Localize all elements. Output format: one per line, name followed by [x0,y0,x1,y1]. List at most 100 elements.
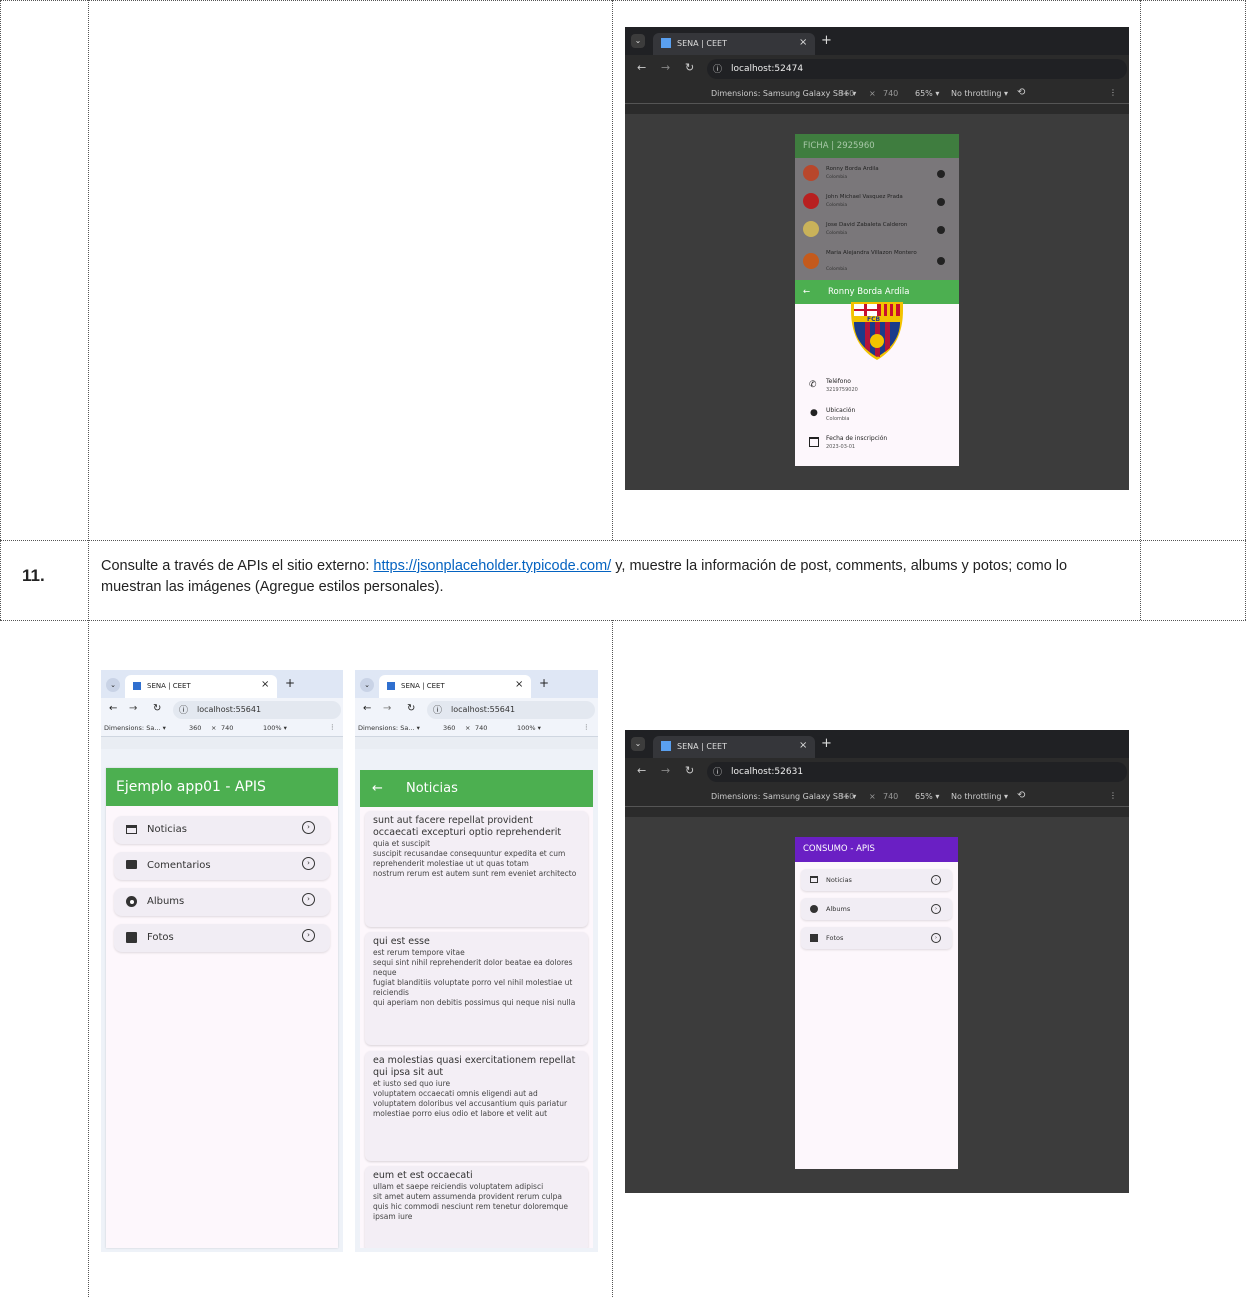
reload-icon[interactable]: ↻ [685,764,694,777]
close-tab-icon[interactable]: × [261,679,269,690]
more-options-icon[interactable]: ⋮ [1109,791,1117,800]
arrow-circle-icon[interactable] [937,226,945,234]
menu-item-fotos[interactable]: Fotos › [114,924,330,952]
person-list-item[interactable]: Maria Alejandra Villazon Montero Colombi… [795,246,959,278]
throttle-select[interactable]: No throttling ▾ [951,89,1008,98]
close-tab-icon[interactable]: × [799,740,807,751]
devtools-toolbar: Dimensions: Samsung Galaxy S8+ ▾ 360 × 7… [625,786,1129,806]
back-icon[interactable]: ← [637,61,646,74]
back-icon[interactable]: ← [109,703,117,714]
jsonplaceholder-link[interactable]: https://jsonplaceholder.typicode.com/ [373,558,611,574]
forward-icon[interactable]: → [383,703,391,714]
site-info-icon[interactable]: ⓘ [179,703,188,716]
device-height[interactable]: 740 [883,89,898,98]
browser-tab[interactable]: SENA | CEET × [379,675,531,698]
menu-item-label: Noticias [147,824,187,835]
person-list-item[interactable]: John Michael Vasquez Prada Colombia [795,190,959,216]
phone-viewport: FICHA | 2925960 Ronny Borda Ardila Colom… [795,134,959,466]
more-options-icon[interactable]: ⋮ [329,723,336,731]
more-options-icon[interactable]: ⋮ [1109,88,1117,97]
arrow-circle-icon[interactable] [937,257,945,265]
rotate-icon[interactable]: ⟲ [1017,790,1025,801]
arrow-circle-icon[interactable]: › [302,857,315,870]
menu-item-noticias[interactable]: Noticias › [114,816,330,844]
arrow-circle-icon[interactable]: › [931,904,941,914]
tab-list-icon[interactable]: ⌄ [106,678,120,692]
zoom-select[interactable]: 100% ▾ [517,724,541,732]
close-tab-icon[interactable]: × [515,679,523,690]
device-select[interactable]: Dimensions: Samsung Galaxy S8+ ▾ [711,792,856,801]
throttle-select[interactable]: No throttling ▾ [951,792,1008,801]
rotate-icon[interactable]: ⟲ [1017,87,1025,98]
reload-icon[interactable]: ↻ [407,703,415,714]
post-card[interactable]: ea molestias quasi exercitationem repell… [365,1051,588,1161]
url-field[interactable]: ⓘ localhost:55641 [427,701,595,719]
crest-letters: FCB [867,316,881,323]
url-field[interactable]: ⓘ localhost:55641 [173,701,341,719]
tab-list-icon[interactable]: ⌄ [631,34,645,48]
site-info-icon[interactable]: ⓘ [713,62,722,75]
field-label: Teléfono [826,378,851,385]
arrow-circle-icon[interactable]: › [302,893,315,906]
device-width[interactable]: 360 [443,724,455,732]
device-height[interactable]: 740 [883,792,898,801]
close-tab-icon[interactable]: × [799,37,807,48]
device-select[interactable]: Dimensions: Sa... ▾ [358,724,420,732]
device-width[interactable]: 360 [839,792,854,801]
menu-item-comentarios[interactable]: Comentarios › [114,852,330,880]
browser-tab[interactable]: SENA | CEET × [653,736,815,758]
person-list-item[interactable]: Jose David Zabaleta Calderon Colombia [795,218,959,244]
tab-list-icon[interactable]: ⌄ [360,678,374,692]
post-card[interactable]: qui est esse est rerum tempore vitae seq… [365,932,588,1045]
post-body-line: qui aperiam non debitis possimus qui neq… [373,998,576,1007]
new-tab-icon[interactable]: + [821,736,832,751]
menu-item-albums[interactable]: Albums › [114,888,330,916]
back-icon[interactable]: ← [363,703,371,714]
device-select[interactable]: Dimensions: Sa... ▾ [104,724,166,732]
reload-icon[interactable]: ↻ [153,703,161,714]
post-card[interactable]: sunt aut facere repellat provident occae… [365,811,588,927]
arrow-circle-icon[interactable] [937,198,945,206]
back-icon[interactable]: ← [637,764,646,777]
post-card[interactable]: eum et est occaecati ullam et saepe reic… [365,1166,588,1248]
person-name: John Michael Vasquez Prada [826,194,903,200]
arrow-circle-icon[interactable] [937,170,945,178]
new-tab-icon[interactable]: + [539,676,549,690]
menu-item-albums[interactable]: Albums › [801,898,952,920]
zoom-select[interactable]: 65% ▾ [915,792,939,801]
site-info-icon[interactable]: ⓘ [433,703,442,716]
menu-item-noticias[interactable]: Noticias › [801,869,952,891]
forward-icon[interactable]: → [661,764,670,777]
person-list-item[interactable]: Ronny Borda Ardila Colombia [795,162,959,188]
new-tab-icon[interactable]: + [285,676,295,690]
device-select[interactable]: Dimensions: Samsung Galaxy S8+ ▾ [711,89,856,98]
more-options-icon[interactable]: ⋮ [583,723,590,731]
arrow-circle-icon[interactable]: › [302,929,315,942]
browser-tab[interactable]: SENA | CEET × [125,675,277,698]
new-tab-icon[interactable]: + [821,33,832,48]
url-field[interactable]: ⓘ localhost:52474 [707,59,1127,79]
tab-list-icon[interactable]: ⌄ [631,737,645,751]
phone-viewport: CONSUMO - APIS Noticias › Albums › Fotos… [795,837,958,1169]
browser-tab[interactable]: SENA | CEET × [653,33,815,55]
back-arrow-icon[interactable]: ← [803,280,810,304]
site-info-icon[interactable]: ⓘ [713,765,722,778]
device-height[interactable]: 740 [221,724,233,732]
device-height[interactable]: 740 [475,724,487,732]
address-bar-row: ← → ↻ ⓘ localhost:52631 [625,758,1129,786]
device-width[interactable]: 360 [839,89,854,98]
zoom-select[interactable]: 65% ▾ [915,89,939,98]
forward-icon[interactable]: → [661,61,670,74]
arrow-circle-icon[interactable]: › [931,875,941,885]
menu-item-fotos[interactable]: Fotos › [801,927,952,949]
forward-icon[interactable]: → [129,703,137,714]
arrow-circle-icon[interactable]: › [931,933,941,943]
device-width[interactable]: 360 [189,724,201,732]
url-field[interactable]: ⓘ localhost:52631 [707,762,1127,782]
dimension-x: × [211,724,217,732]
arrow-circle-icon[interactable]: › [302,821,315,834]
dimension-x: × [869,792,876,801]
reload-icon[interactable]: ↻ [685,61,694,74]
zoom-select[interactable]: 100% ▾ [263,724,287,732]
back-arrow-icon[interactable]: ← [372,770,383,807]
